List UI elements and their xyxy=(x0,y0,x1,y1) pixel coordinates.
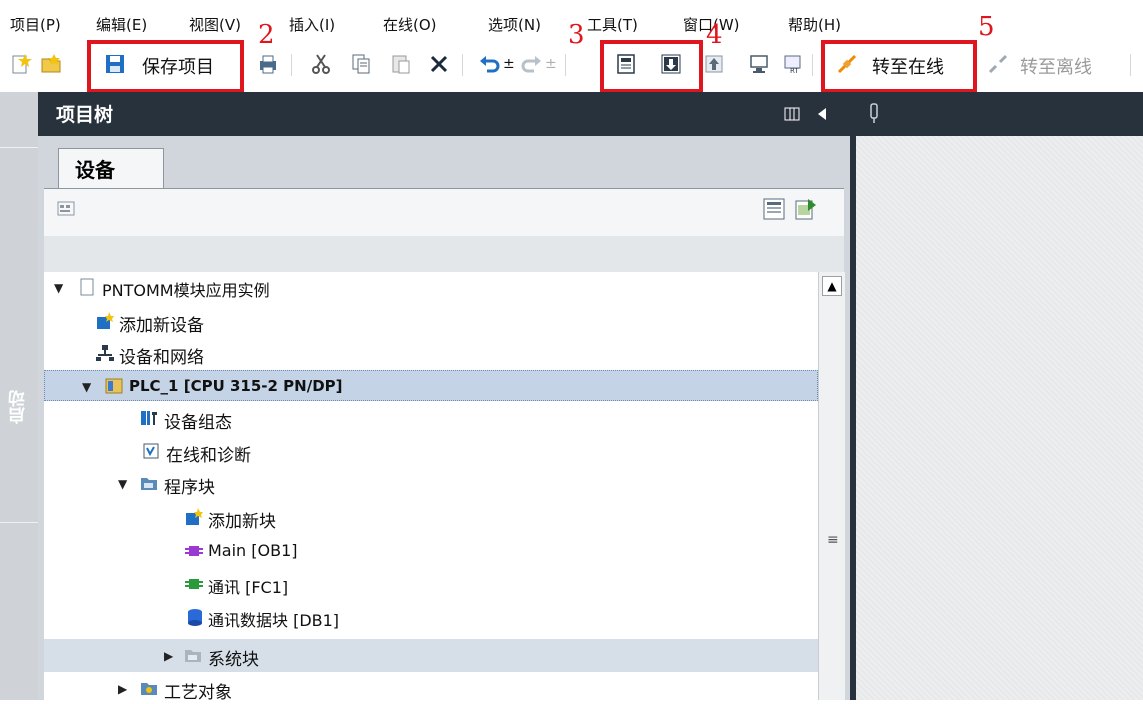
runtime-icon[interactable]: RT xyxy=(782,53,804,75)
project-tree: ▼ PNTOMM模块应用实例 添加新设备 设备和网络 ▼ PLC_1 [CPU … xyxy=(44,272,818,703)
annotation-step-5: 5 xyxy=(978,12,995,42)
annotation-step-3: 3 xyxy=(568,20,585,50)
undo-icon[interactable] xyxy=(479,53,501,75)
tree-item-devices-networks[interactable]: 设备和网络 xyxy=(44,338,818,369)
menu-project[interactable]: 项目(P) xyxy=(10,14,61,35)
tree-scrollbar[interactable]: ▲ ≡ xyxy=(818,272,845,700)
export-icon[interactable] xyxy=(794,197,818,221)
go-offline-icon xyxy=(988,54,1008,74)
new-project-icon[interactable] xyxy=(10,53,32,75)
overview-icon[interactable] xyxy=(762,197,786,221)
menu-tools[interactable]: 工具(T) xyxy=(587,14,638,35)
tree-item-label: 通讯数据块 [DB1] xyxy=(208,611,340,630)
collapse-panel-icon[interactable] xyxy=(816,107,828,121)
tree-item-label: 在线和诊断 xyxy=(166,446,251,466)
menu-options[interactable]: 选项(N) xyxy=(488,14,541,35)
tree-item-label: PNTOMM模块应用实例 xyxy=(102,281,270,300)
tree-item-device-config[interactable]: 设备组态 xyxy=(44,403,818,434)
paste-icon[interactable] xyxy=(390,53,412,75)
add-block-icon xyxy=(186,508,203,525)
tech-folder-icon xyxy=(141,683,157,695)
tree-item-add-block[interactable]: 添加新块 xyxy=(44,502,818,533)
expand-arrow-icon[interactable]: ▼ xyxy=(118,477,127,491)
collapsed-arrow-icon[interactable]: ▶ xyxy=(164,649,173,663)
annotation-step-4: 4 xyxy=(706,20,723,50)
tree-item-comm-db1[interactable]: 通讯数据块 [DB1] xyxy=(44,602,818,633)
portal-side-strip[interactable]: 启动 xyxy=(0,92,39,700)
annotation-step-2: 2 xyxy=(258,20,275,50)
tree-item-program-blocks[interactable]: ▼ 程序块 xyxy=(44,468,818,499)
editor-area xyxy=(856,136,1143,700)
menu-edit[interactable]: 编辑(E) xyxy=(96,14,147,35)
editor-header xyxy=(850,92,1143,136)
project-tree-title: 项目树 xyxy=(56,104,114,126)
tree-item-label: 设备和网络 xyxy=(119,348,204,368)
tree-item-label: 添加新设备 xyxy=(119,316,204,336)
tree-item-comm-fc1[interactable]: 通讯 [FC1] xyxy=(44,569,818,600)
tree-item-label: 通讯 [FC1] xyxy=(208,578,289,597)
pin-icon[interactable] xyxy=(868,102,880,124)
tree-item-label: Main [OB1] xyxy=(208,541,298,560)
svg-text:RT: RT xyxy=(790,67,799,75)
tree-item-label: PLC_1 [CPU 315-2 PN/DP] xyxy=(129,377,343,395)
menu-online[interactable]: 在线(O) xyxy=(383,14,437,35)
tree-item-online-diagnostics[interactable]: 在线和诊断 xyxy=(44,436,818,467)
tree-item-add-device[interactable]: 添加新设备 xyxy=(44,306,818,337)
open-project-icon[interactable] xyxy=(40,53,62,75)
menu-insert[interactable]: 插入(I) xyxy=(289,14,335,35)
project-icon xyxy=(80,278,94,296)
cut-icon[interactable] xyxy=(310,53,332,75)
tree-item-system-blocks[interactable]: ▶ 系统块 xyxy=(44,639,818,672)
project-tree-header: 项目树 xyxy=(38,92,850,136)
side-strip-label: 启动 xyxy=(9,390,29,424)
undo-dropdown-icon[interactable]: ± xyxy=(503,56,515,72)
tree-item-label: 系统块 xyxy=(208,650,259,670)
expand-arrow-icon[interactable]: ▼ xyxy=(54,281,63,295)
tab-devices[interactable]: 设备 xyxy=(58,148,164,188)
plc-icon xyxy=(105,378,123,394)
device-config-icon xyxy=(141,411,157,425)
db-block-icon xyxy=(188,609,202,626)
scroll-up-icon[interactable]: ▲ xyxy=(822,276,842,296)
tree-item-label: 程序块 xyxy=(164,478,215,498)
redo-icon[interactable] xyxy=(520,53,542,75)
network-icon xyxy=(96,345,114,361)
tree-item-label: 设备组态 xyxy=(164,413,232,433)
highlight-save-project xyxy=(87,40,244,93)
layout-toggle-icon[interactable] xyxy=(784,107,800,121)
folder-icon xyxy=(185,650,201,662)
scroll-grip-icon[interactable]: ≡ xyxy=(827,532,839,548)
folder-icon xyxy=(141,478,157,490)
tree-toolbar xyxy=(44,188,844,237)
menu-help[interactable]: 帮助(H) xyxy=(788,14,841,35)
tree-item-plc[interactable]: ▼ PLC_1 [CPU 315-2 PN/DP] xyxy=(44,370,818,401)
tree-item-label: 工艺对象 xyxy=(164,683,232,703)
highlight-go-online xyxy=(821,40,977,93)
tree-item-main-ob1[interactable]: Main [OB1] xyxy=(44,536,818,567)
tab-devices-label: 设备 xyxy=(75,158,115,182)
expand-arrow-icon[interactable]: ▼ xyxy=(82,380,91,394)
delete-icon[interactable] xyxy=(428,53,450,75)
diagnostics-icon xyxy=(143,443,159,459)
fc-block-icon xyxy=(185,579,203,589)
go-offline-button[interactable]: 转至离线 xyxy=(1020,53,1092,79)
menu-view[interactable]: 视图(V) xyxy=(189,14,241,35)
copy-icon[interactable] xyxy=(350,53,372,75)
ob-block-icon xyxy=(185,546,203,556)
tree-column-header xyxy=(44,236,844,272)
tree-item-technology-objects[interactable]: ▶ 工艺对象 xyxy=(44,673,818,704)
tree-item-project[interactable]: ▼ PNTOMM模块应用实例 xyxy=(44,272,818,303)
simulation-icon[interactable] xyxy=(748,53,770,75)
collapsed-arrow-icon[interactable]: ▶ xyxy=(118,682,127,696)
upload-from-device-icon[interactable] xyxy=(703,53,725,75)
device-view-icon[interactable] xyxy=(56,199,76,219)
tree-item-label: 添加新块 xyxy=(208,512,276,532)
add-device-icon xyxy=(97,312,114,329)
print-icon[interactable] xyxy=(257,53,279,75)
redo-dropdown-icon[interactable]: ± xyxy=(545,56,557,72)
highlight-compile-download xyxy=(600,40,703,93)
